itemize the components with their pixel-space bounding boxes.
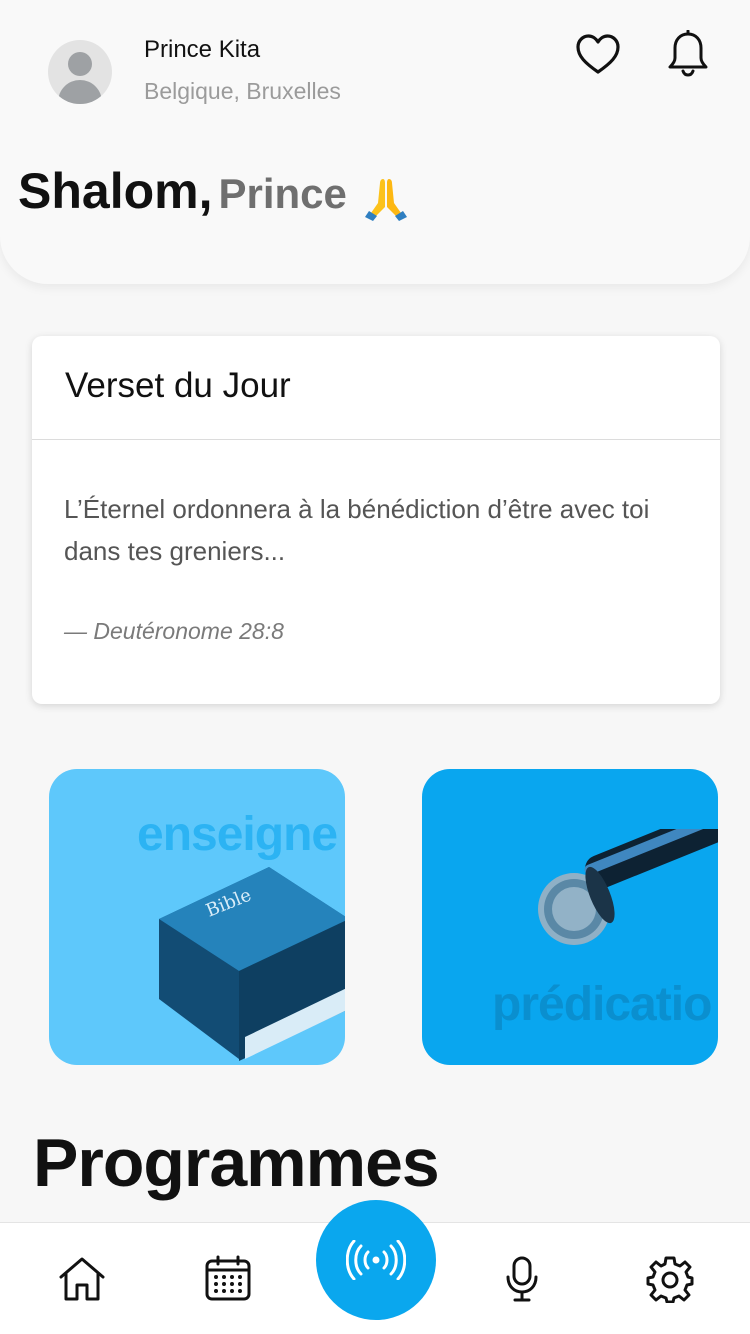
verse-reference: — Deutéronome 28:8 [64,618,284,644]
live-broadcast-button[interactable] [316,1200,436,1320]
nav-calendar[interactable] [202,1253,254,1305]
user-name: Prince Kita [144,36,261,63]
live-broadcast-icon [346,1240,406,1280]
avatar-body [58,80,102,104]
greeting-name: Prince [218,170,347,217]
tile-enseignement[interactable]: enseigne Bible [49,769,345,1065]
tile-word: prédicatio [492,978,712,1031]
verse-title: Verset du Jour [65,366,291,405]
verse-text: L’Éternel ordonnera à la bénédiction d’ê… [64,494,650,566]
home-icon [59,1257,105,1301]
verse-card[interactable]: Verset du Jour L’Éternel ordonnera à la … [32,336,720,704]
divider [32,439,720,440]
heart-icon [576,34,620,74]
user-location: Belgique, Bruxelles [144,78,341,104]
favorites-button[interactable] [574,30,622,78]
gear-icon [646,1256,694,1303]
section-title: Programmes [33,1125,440,1201]
avatar-head [68,52,92,76]
nav-microphone[interactable] [496,1253,548,1305]
nav-home[interactable] [56,1253,108,1305]
bible-book-icon: Bible [159,867,345,1061]
microphone-icon [506,1256,538,1302]
greeting-hello: Shalom, [18,163,213,219]
avatar[interactable] [48,40,112,104]
tile-word: enseigne [137,808,338,861]
nav-settings[interactable] [644,1253,696,1305]
microphone-icon [538,829,718,945]
praying-hands-icon [365,178,408,221]
tile-predication[interactable]: prédicatio [422,769,718,1065]
greeting: Shalom, Prince [18,162,411,229]
notifications-button[interactable] [664,30,712,78]
calendar-icon [205,1255,251,1301]
header: Prince Kita Belgique, Bruxelles Shalom, P… [0,0,750,284]
bell-icon [668,30,708,77]
